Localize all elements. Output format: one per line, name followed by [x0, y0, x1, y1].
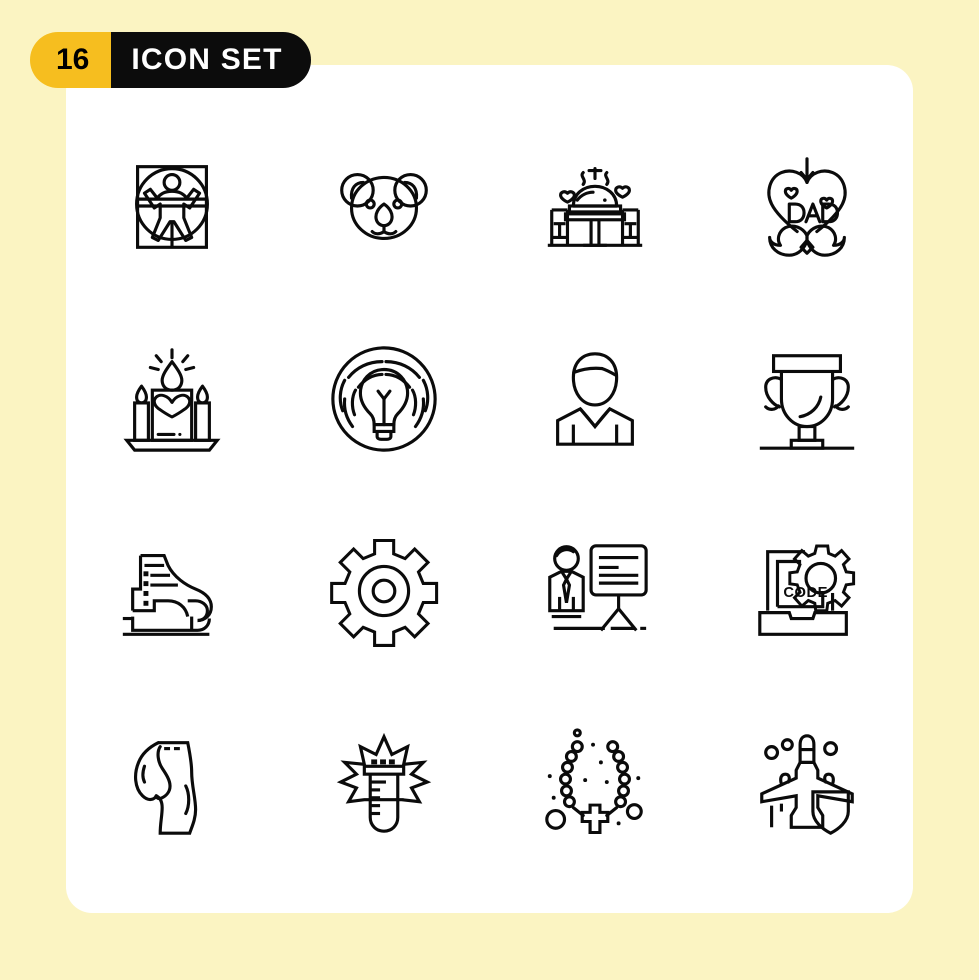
fighter-jet-shield-icon [760, 733, 854, 835]
icon-set-title: ICON SET [111, 32, 311, 88]
vitruvian-man-icon [134, 165, 209, 250]
icon-cell-12[interactable]: CODE [701, 495, 913, 688]
icon-cell-16[interactable] [701, 688, 913, 881]
koala-face-icon [339, 173, 428, 241]
test-tube-burst-icon [336, 732, 431, 833]
icon-grid: CODE [66, 110, 913, 880]
pregnancy-belly-icon [133, 740, 198, 835]
rosary-cross-icon [545, 728, 644, 834]
presentation-training-icon [548, 544, 649, 632]
icon-cell-5[interactable] [66, 303, 278, 496]
icon-cell-4[interactable] [701, 110, 913, 303]
ice-skate-icon [122, 554, 213, 637]
icon-cell-3[interactable] [490, 110, 702, 303]
businessman-avatar-icon [556, 351, 635, 446]
icon-count-label: 16 [30, 32, 112, 88]
icon-cell-8[interactable] [701, 303, 913, 496]
dad-heart-mustache-icon [767, 157, 847, 257]
icon-cell-9[interactable] [66, 495, 278, 688]
icon-cell-6[interactable] [278, 303, 490, 496]
header-badge: 16 ICON SET [30, 32, 311, 88]
icon-cell-14[interactable] [278, 688, 490, 881]
icon-cell-1[interactable] [66, 110, 278, 303]
icon-cell-7[interactable] [490, 303, 702, 496]
gear-settings-icon [329, 539, 438, 648]
heart-candles-icon [123, 348, 221, 452]
icon-cell-10[interactable] [278, 495, 490, 688]
laptop-code-gear-icon: CODE [758, 544, 856, 637]
trophy-icon [759, 353, 855, 450]
icon-cell-11[interactable] [490, 495, 702, 688]
idea-lightbulb-icon [330, 346, 437, 452]
icon-cell-2[interactable] [278, 110, 490, 303]
romantic-dinner-icon [548, 167, 643, 248]
icon-cell-13[interactable] [66, 688, 278, 881]
icon-cell-15[interactable] [490, 688, 702, 881]
